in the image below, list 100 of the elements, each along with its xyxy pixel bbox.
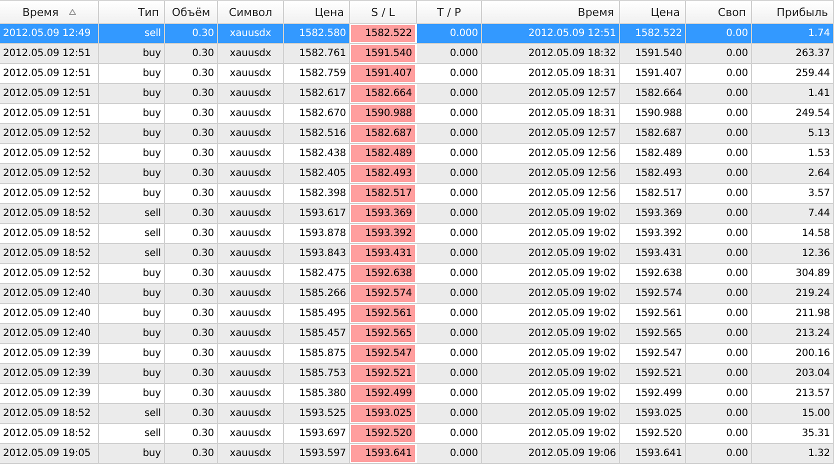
table-row[interactable]: 2012.05.09 12:39 buy 0.30 xauusdx 1585.380 1592.499 0.000 2012.05.09 19:02 1592.499 0.00 213.57 (0, 384, 834, 404)
table-cell: 0.000 (417, 184, 482, 203)
table-cell: 2012.05.09 19:02 (482, 384, 620, 403)
table-row[interactable]: 2012.05.09 12:39 buy 0.30 xauusdx 1585.875 1592.547 0.000 2012.05.09 19:02 1592.547 0.00 200.16 (0, 344, 834, 364)
table-cell: xauusdx (218, 164, 284, 183)
table-cell: buy (99, 444, 165, 463)
stop-loss-cell: 1591.407 (350, 64, 417, 83)
table-cell: xauusdx (218, 24, 284, 43)
table-cell: 0.30 (165, 384, 218, 403)
table-cell: 0.000 (417, 384, 482, 403)
stop-loss-cell: 1592.520 (350, 424, 417, 443)
table-cell: 1592.520 (620, 424, 686, 443)
table-row[interactable]: 2012.05.09 18:52 sell 0.30 xauusdx 1593.697 1592.520 0.000 2012.05.09 19:02 1592.520 0.00 35.31 (0, 424, 834, 444)
table-cell: buy (99, 84, 165, 103)
table-row[interactable]: 2012.05.09 18:52 sell 0.30 xauusdx 1593.878 1593.392 0.000 2012.05.09 19:02 1593.392 0.00 14.58 (0, 224, 834, 244)
table-cell: buy (99, 364, 165, 383)
table-cell: 2012.05.09 12:51 (0, 84, 99, 103)
table-cell: 0.00 (686, 264, 752, 283)
table-cell: 0.00 (686, 324, 752, 343)
table-cell: xauusdx (218, 264, 284, 283)
table-cell: 0.00 (686, 144, 752, 163)
table-cell: buy (99, 264, 165, 283)
table-row[interactable]: 2012.05.09 12:51 buy 0.30 xauusdx 1582.617 1582.664 0.000 2012.05.09 12:57 1582.664 0.00 1.41 (0, 84, 834, 104)
table-cell: 200.16 (752, 344, 834, 363)
table-cell: 0.000 (417, 304, 482, 323)
table-row[interactable]: 2012.05.09 12:51 buy 0.30 xauusdx 1582.761 1591.540 0.000 2012.05.09 18:32 1591.540 0.00 263.37 (0, 44, 834, 64)
column-label: Своп (718, 6, 746, 18)
table-cell: 2012.05.09 12:52 (0, 124, 99, 143)
table-cell: xauusdx (218, 344, 284, 363)
table-cell: buy (99, 164, 165, 183)
table-row[interactable]: 2012.05.09 12:40 buy 0.30 xauusdx 1585.266 1592.574 0.000 2012.05.09 19:02 1592.574 0.00 219.24 (0, 284, 834, 304)
table-cell: 0.000 (417, 264, 482, 283)
table-cell: 0.00 (686, 64, 752, 83)
table-cell: 0.30 (165, 44, 218, 63)
table-row[interactable]: 2012.05.09 12:51 buy 0.30 xauusdx 1582.670 1590.988 0.000 2012.05.09 18:31 1590.988 0.00 249.54 (0, 104, 834, 124)
table-cell: xauusdx (218, 424, 284, 443)
table-cell: 0.30 (165, 184, 218, 203)
table-cell: 0.000 (417, 404, 482, 423)
column-header[interactable]: Тип (99, 1, 165, 23)
table-row[interactable]: 2012.05.09 18:52 sell 0.30 xauusdx 1593.525 1593.025 0.000 2012.05.09 19:02 1593.025 0.00 15.00 (0, 404, 834, 424)
table-cell: 0.000 (417, 144, 482, 163)
table-cell: 1.53 (752, 144, 834, 163)
table-cell: 219.24 (752, 284, 834, 303)
table-cell: 1592.547 (620, 344, 686, 363)
table-cell: sell (99, 424, 165, 443)
table-cell: 0.00 (686, 44, 752, 63)
table-cell: 0.30 (165, 364, 218, 383)
table-cell: 2012.05.09 19:02 (482, 224, 620, 243)
table-cell: xauusdx (218, 284, 284, 303)
table-row[interactable]: 2012.05.09 12:39 buy 0.30 xauusdx 1585.753 1592.521 0.000 2012.05.09 19:02 1592.521 0.00 203.04 (0, 364, 834, 384)
table-cell: 1582.493 (620, 164, 686, 183)
table-cell: xauusdx (218, 304, 284, 323)
table-row[interactable]: 2012.05.09 12:52 buy 0.30 xauusdx 1582.398 1582.517 0.000 2012.05.09 12:56 1582.517 0.00 3.57 (0, 184, 834, 204)
table-cell: 213.24 (752, 324, 834, 343)
table-cell: 1592.638 (620, 264, 686, 283)
table-row[interactable]: 2012.05.09 12:40 buy 0.30 xauusdx 1585.457 1592.565 0.000 2012.05.09 19:02 1592.565 0.00 213.24 (0, 324, 834, 344)
table-cell: sell (99, 204, 165, 223)
table-cell: 0.00 (686, 384, 752, 403)
table-row[interactable]: 2012.05.09 18:52 sell 0.30 xauusdx 1593.617 1593.369 0.000 2012.05.09 19:02 1593.369 0.00 7.44 (0, 204, 834, 224)
column-header[interactable]: Объём (165, 1, 218, 23)
table-cell: 203.04 (752, 364, 834, 383)
table-row[interactable]: 2012.05.09 19:05 buy 0.30 xauusdx 1593.597 1593.641 0.000 2012.05.09 19:06 1593.641 0.00 1.32 (0, 444, 834, 464)
table-cell: 0.30 (165, 164, 218, 183)
column-header[interactable]: Время (482, 1, 620, 23)
table-cell: 0.30 (165, 444, 218, 463)
table-cell: 2012.05.09 12:57 (482, 124, 620, 143)
table-row[interactable]: 2012.05.09 12:40 buy 0.30 xauusdx 1585.495 1592.561 0.000 2012.05.09 19:02 1592.561 0.00 211.98 (0, 304, 834, 324)
table-cell: 2012.05.09 19:02 (482, 404, 620, 423)
table-row[interactable]: 2012.05.09 18:52 sell 0.30 xauusdx 1593.843 1593.431 0.000 2012.05.09 19:02 1593.431 0.00 12.36 (0, 244, 834, 264)
column-header[interactable]: Время (0, 1, 99, 23)
column-header[interactable]: S / L (350, 1, 417, 23)
table-cell: 1582.489 (620, 144, 686, 163)
table-row[interactable]: 2012.05.09 12:51 buy 0.30 xauusdx 1582.759 1591.407 0.000 2012.05.09 18:31 1591.407 0.00 259.44 (0, 64, 834, 84)
column-header[interactable]: Прибыль (752, 1, 834, 23)
table-cell: 1.41 (752, 84, 834, 103)
table-row[interactable]: 2012.05.09 12:52 buy 0.30 xauusdx 1582.516 1582.687 0.000 2012.05.09 12:57 1582.687 0.00 5.13 (0, 124, 834, 144)
table-cell: 2012.05.09 12:51 (0, 44, 99, 63)
column-label: Объём (172, 6, 210, 18)
column-label: Прибыль (776, 6, 828, 18)
table-cell: 0.00 (686, 404, 752, 423)
table-cell: xauusdx (218, 144, 284, 163)
table-cell: 2012.05.09 12:39 (0, 384, 99, 403)
table-row[interactable]: 2012.05.09 12:52 buy 0.30 xauusdx 1582.438 1582.489 0.000 2012.05.09 12:56 1582.489 0.00 1.53 (0, 144, 834, 164)
column-header[interactable]: T / P (417, 1, 482, 23)
table-cell: 2012.05.09 19:02 (482, 264, 620, 283)
stop-loss-cell: 1582.664 (350, 84, 417, 103)
column-header[interactable]: Цена (620, 1, 686, 23)
table-cell: xauusdx (218, 84, 284, 103)
table-cell: 0.000 (417, 24, 482, 43)
table-row[interactable]: 2012.05.09 12:52 buy 0.30 xauusdx 1582.475 1592.638 0.000 2012.05.09 19:02 1592.638 0.00 304.89 (0, 264, 834, 284)
column-header[interactable]: Цена (284, 1, 350, 23)
table-cell: xauusdx (218, 324, 284, 343)
table-row[interactable]: 2012.05.09 12:52 buy 0.30 xauusdx 1582.405 1582.493 0.000 2012.05.09 12:56 1582.493 0.00 2.64 (0, 164, 834, 184)
column-header[interactable]: Своп (686, 1, 752, 23)
table-cell: 0.00 (686, 204, 752, 223)
table-cell: 0.00 (686, 364, 752, 383)
column-header[interactable]: Символ (218, 1, 284, 23)
table-cell: xauusdx (218, 204, 284, 223)
table-row[interactable]: 2012.05.09 12:49 sell 0.30 xauusdx 1582.580 1582.522 0.000 2012.05.09 12:51 1582.522 0.00 1.74 (0, 24, 834, 44)
table-cell: 211.98 (752, 304, 834, 323)
